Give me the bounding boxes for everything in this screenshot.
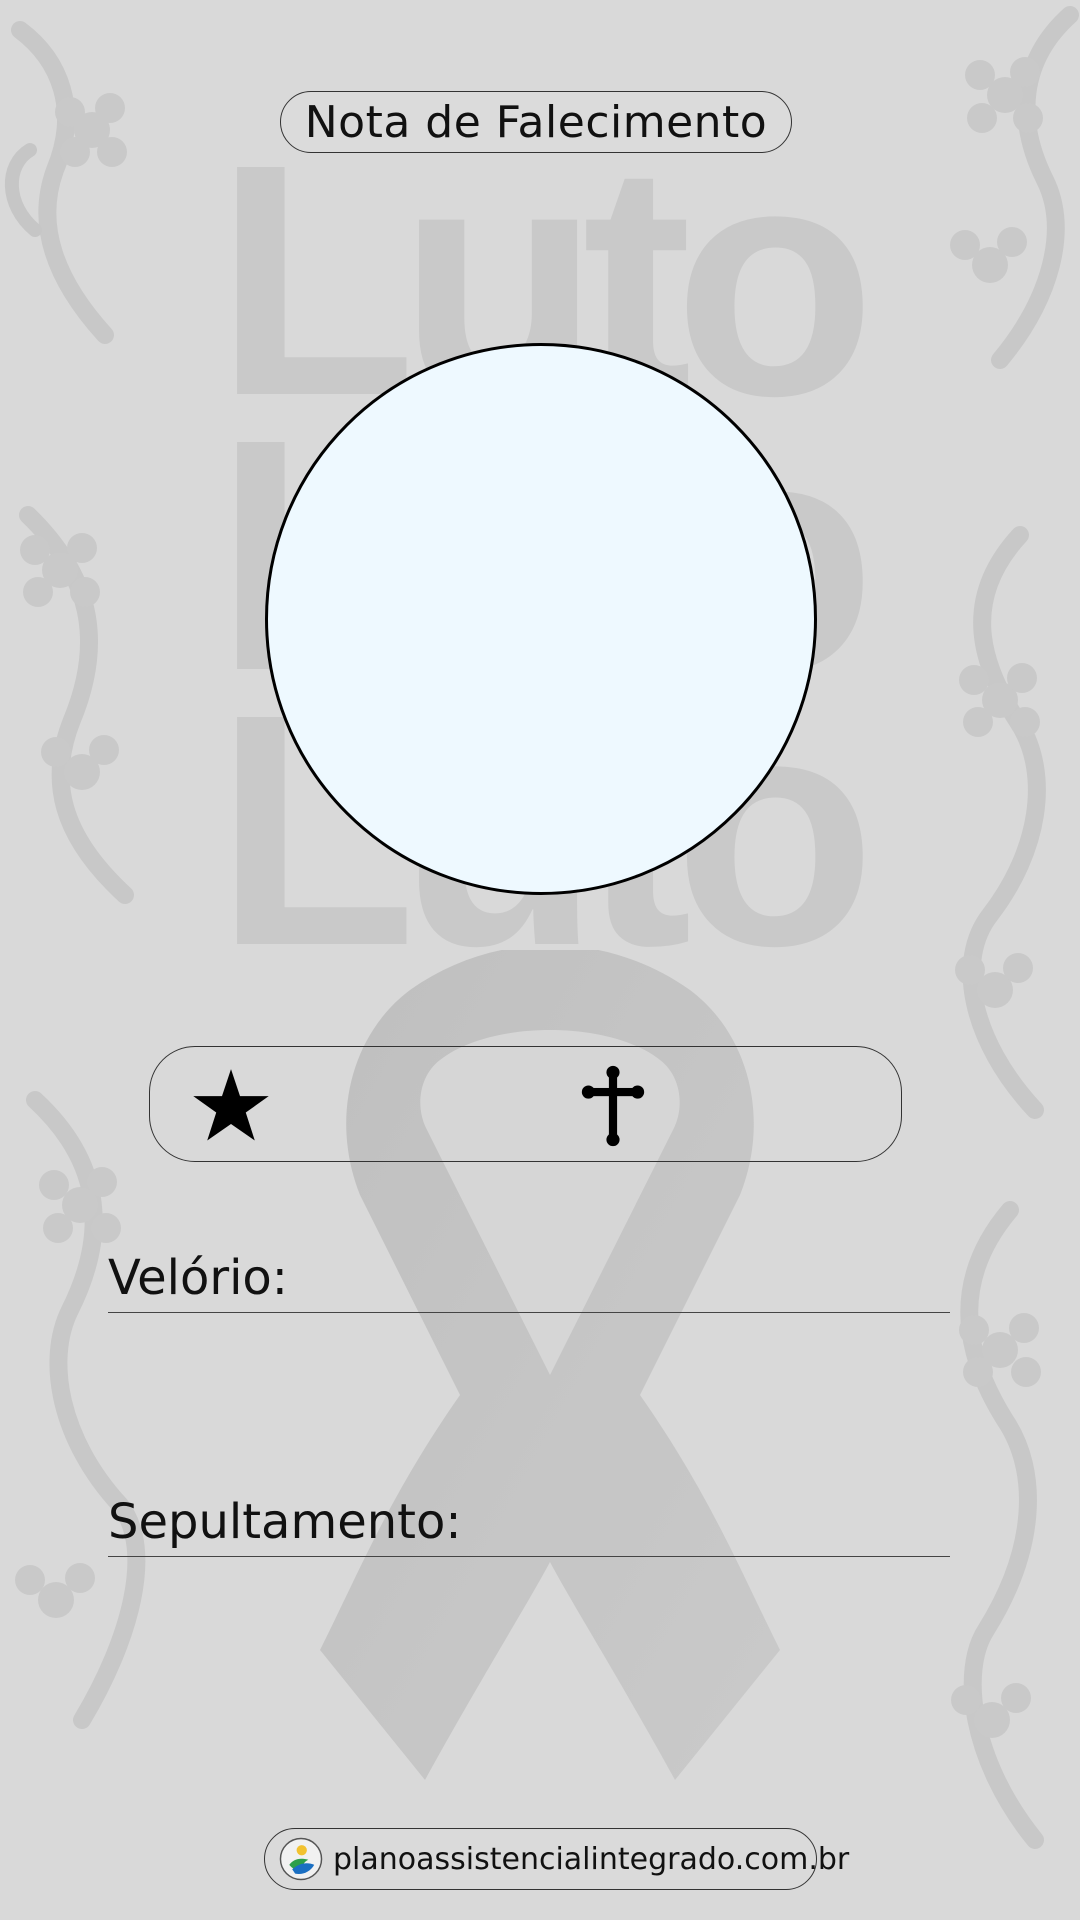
birth-death-pill	[149, 1046, 902, 1162]
floral-right-middle	[955, 526, 1046, 1119]
floral-right-top	[950, 6, 1079, 369]
floral-left-middle	[19, 506, 134, 904]
star-icon	[193, 1069, 269, 1141]
cross-icon	[581, 1065, 645, 1147]
title-pill: Nota de Falecimento	[280, 91, 792, 153]
background-pattern: Luto Luto Luto	[0, 0, 1080, 1920]
page-title: Nota de Falecimento	[304, 96, 768, 148]
wake-field: Velório:	[108, 1254, 950, 1313]
photo-placeholder	[265, 343, 817, 895]
burial-field: Sepultamento:	[108, 1498, 950, 1557]
wake-label: Velório:	[108, 1250, 288, 1306]
burial-label: Sepultamento:	[108, 1494, 462, 1550]
footer-pill: planoassistencialintegrado.com.br	[264, 1828, 849, 1890]
floral-left-top	[4, 21, 127, 344]
floral-left-bottom	[15, 1091, 146, 1729]
website-link[interactable]: planoassistencialintegrado.com.br	[333, 1842, 849, 1877]
brand-logo-icon	[279, 1837, 323, 1881]
